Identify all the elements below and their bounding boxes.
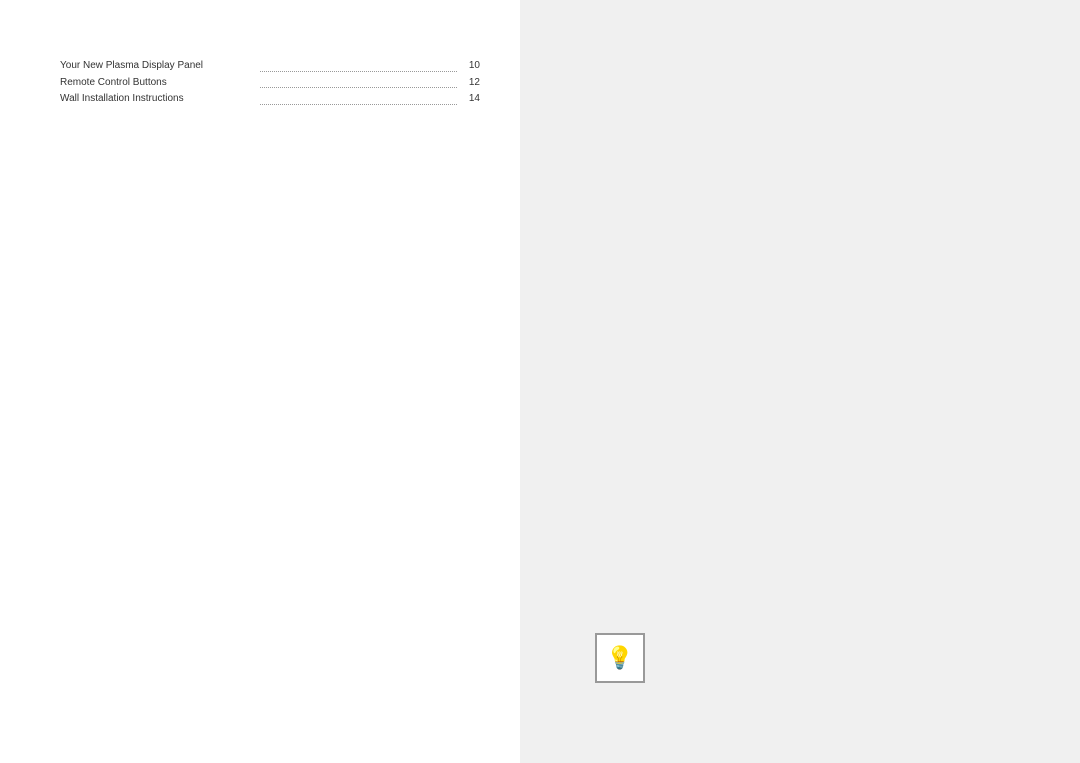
toc-intro: Your New Plasma Display Panel 10 Remote … <box>60 58 480 108</box>
toc-item-page: 14 <box>460 91 480 108</box>
toc-item-dots <box>260 58 457 72</box>
toc-item-text: Wall Installation Instructions <box>60 91 257 108</box>
toc-item-dots <box>260 75 457 89</box>
toc-item-text: Remote Control Buttons <box>60 75 257 92</box>
lightbulb-icon: 💡 <box>595 633 645 683</box>
toc-item-text: Your New Plasma Display Panel <box>60 58 257 75</box>
toc-panel: Your New Plasma Display Panel 10 Remote … <box>0 0 520 763</box>
toc-item-page: 12 <box>460 75 480 92</box>
toc-intro-item: Your New Plasma Display Panel 10 <box>60 58 480 75</box>
general-info-section: 💡 <box>580 633 960 703</box>
toc-item-page: 10 <box>460 58 480 75</box>
toc-intro-item: Remote Control Buttons 12 <box>60 75 480 92</box>
general-info-title: 💡 <box>580 633 960 683</box>
general-info-panel: 💡 <box>520 0 1080 763</box>
toc-item-dots <box>260 91 457 105</box>
toc-intro-item: Wall Installation Instructions 14 <box>60 91 480 108</box>
